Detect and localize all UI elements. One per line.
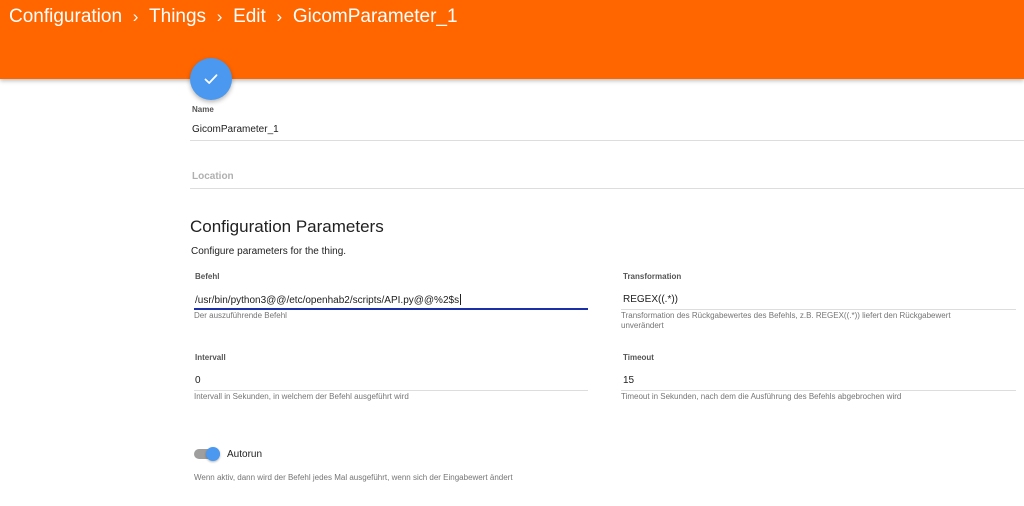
timeout-hint: Timeout in Sekunden, nach dem die Ausfüh… (621, 392, 902, 401)
breadcrumb-configuration[interactable]: Configuration (9, 6, 122, 28)
chevron-right-icon: › (276, 7, 283, 26)
chevron-right-icon: › (216, 7, 223, 26)
befehl-hint: Der auszuführende Befehl (194, 311, 287, 320)
befehl-input-underline (194, 308, 588, 310)
breadcrumb-things[interactable]: Things (149, 6, 206, 28)
transformation-hint-line2: unverändert (621, 321, 664, 330)
location-input[interactable]: Location (192, 171, 234, 182)
timeout-label: Timeout (623, 353, 654, 362)
chevron-right-icon: › (132, 7, 139, 26)
transformation-hint: Transformation des Rückgabewertes des Be… (621, 311, 951, 331)
breadcrumb-current-thing: GicomParameter_1 (292, 6, 458, 27)
befehl-label: Befehl (195, 272, 220, 281)
name-input[interactable]: GicomParameter_1 (192, 124, 279, 135)
timeout-input-underline (621, 390, 1016, 391)
intervall-input[interactable]: 0 (195, 375, 201, 386)
transformation-input-underline (621, 309, 1016, 310)
intervall-hint: Intervall in Sekunden, in welchem der Be… (194, 392, 409, 401)
checkmark-icon (204, 74, 218, 84)
befehl-input[interactable]: /usr/bin/python3@@/etc/openhab2/scripts/… (195, 294, 462, 306)
timeout-input[interactable]: 15 (623, 375, 634, 386)
intervall-label: Intervall (195, 353, 226, 362)
save-button[interactable] (190, 58, 232, 100)
location-input-underline (190, 188, 1024, 189)
toggle-knob (206, 447, 220, 461)
autorun-label: Autorun (227, 449, 263, 460)
text-cursor (460, 294, 462, 305)
breadcrumb: Configuration › Things › Edit › GicomPar… (9, 5, 458, 29)
intervall-input-underline (194, 390, 588, 391)
name-label: Name (192, 105, 214, 114)
autorun-hint: Wenn aktiv, dann wird der Befehl jedes M… (194, 473, 513, 482)
transformation-label: Transformation (623, 272, 682, 281)
section-title: Configuration Parameters (190, 217, 384, 236)
app-header: Configuration › Things › Edit › GicomPar… (0, 0, 1024, 79)
section-subtitle: Configure parameters for the thing. (191, 246, 347, 257)
transformation-hint-line1: Transformation des Rückgabewertes des Be… (621, 311, 951, 320)
breadcrumb-edit[interactable]: Edit (233, 6, 266, 28)
autorun-toggle[interactable] (194, 447, 222, 461)
befehl-input-value: /usr/bin/python3@@/etc/openhab2/scripts/… (195, 295, 460, 306)
name-input-underline (190, 140, 1024, 141)
transformation-input[interactable]: REGEX((.*)) (623, 294, 678, 305)
